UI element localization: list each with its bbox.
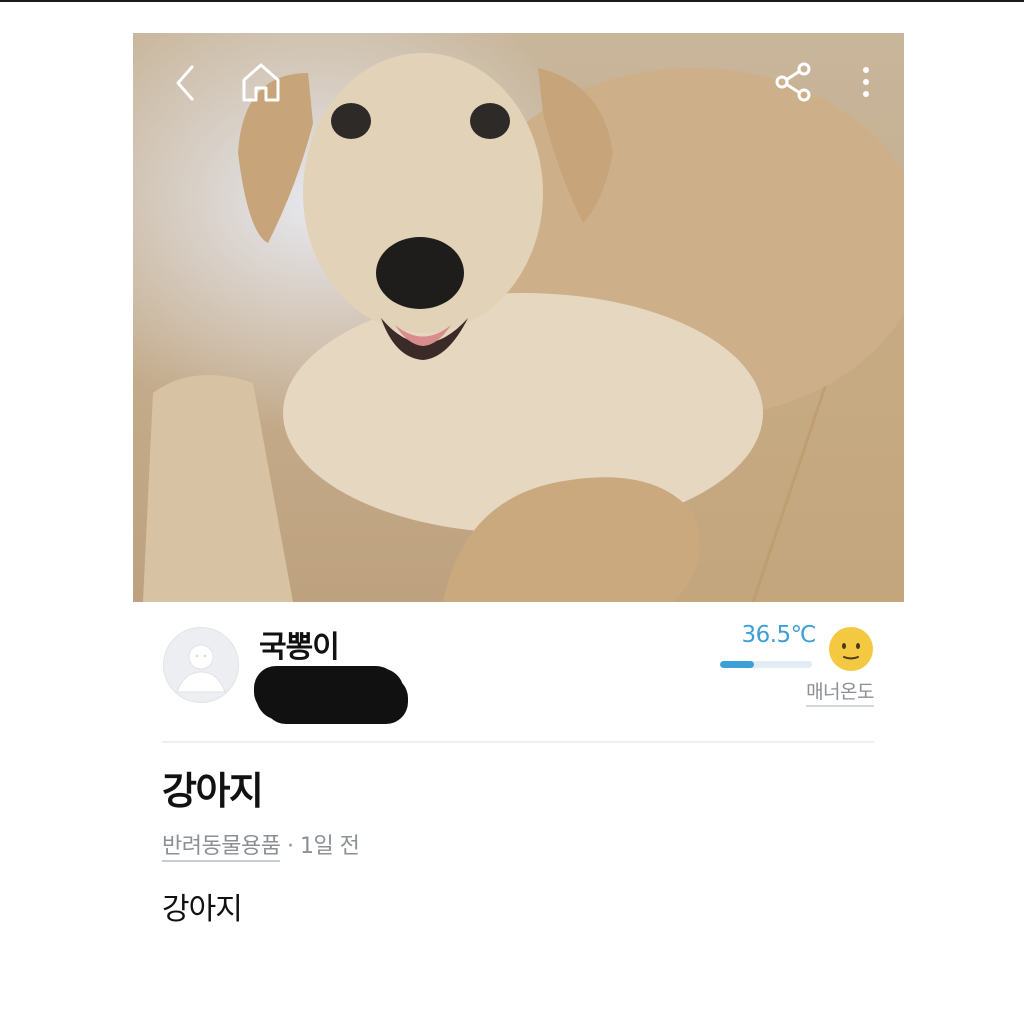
- smiley-face-icon: [829, 627, 873, 671]
- section-divider: [162, 741, 874, 743]
- home-icon: [242, 63, 280, 102]
- default-avatar-icon: [176, 644, 226, 693]
- listing-time: 1일 전: [299, 834, 360, 859]
- more-options-button[interactable]: [848, 57, 884, 107]
- manner-temperature-label[interactable]: 매너온도: [806, 677, 874, 707]
- manner-temperature-bar: [720, 661, 812, 668]
- listing-meta: 반려동물용품 · 1일 전: [162, 828, 360, 862]
- back-button[interactable]: [163, 61, 207, 105]
- more-vertical-icon: [863, 67, 869, 97]
- listing-description: 강아지: [162, 892, 243, 927]
- listing-category-link[interactable]: 반려동물용품: [162, 834, 281, 862]
- product-photo[interactable]: [133, 33, 904, 602]
- manner-temperature: 36.5℃: [741, 622, 816, 648]
- top-rule: [0, 0, 1024, 2]
- share-button[interactable]: [768, 57, 818, 107]
- meta-separator: ·: [286, 834, 294, 859]
- seller-name[interactable]: 국뽕이: [259, 622, 340, 666]
- seller-region-redacted: [256, 668, 404, 720]
- share-icon: [775, 62, 811, 102]
- home-button[interactable]: [236, 57, 286, 107]
- seller-avatar[interactable]: [163, 627, 239, 703]
- puppy-illustration: [143, 53, 904, 602]
- listing-title: 강아지: [162, 769, 264, 813]
- chevron-left-icon: [176, 65, 194, 101]
- manner-temperature-fill: [720, 661, 754, 668]
